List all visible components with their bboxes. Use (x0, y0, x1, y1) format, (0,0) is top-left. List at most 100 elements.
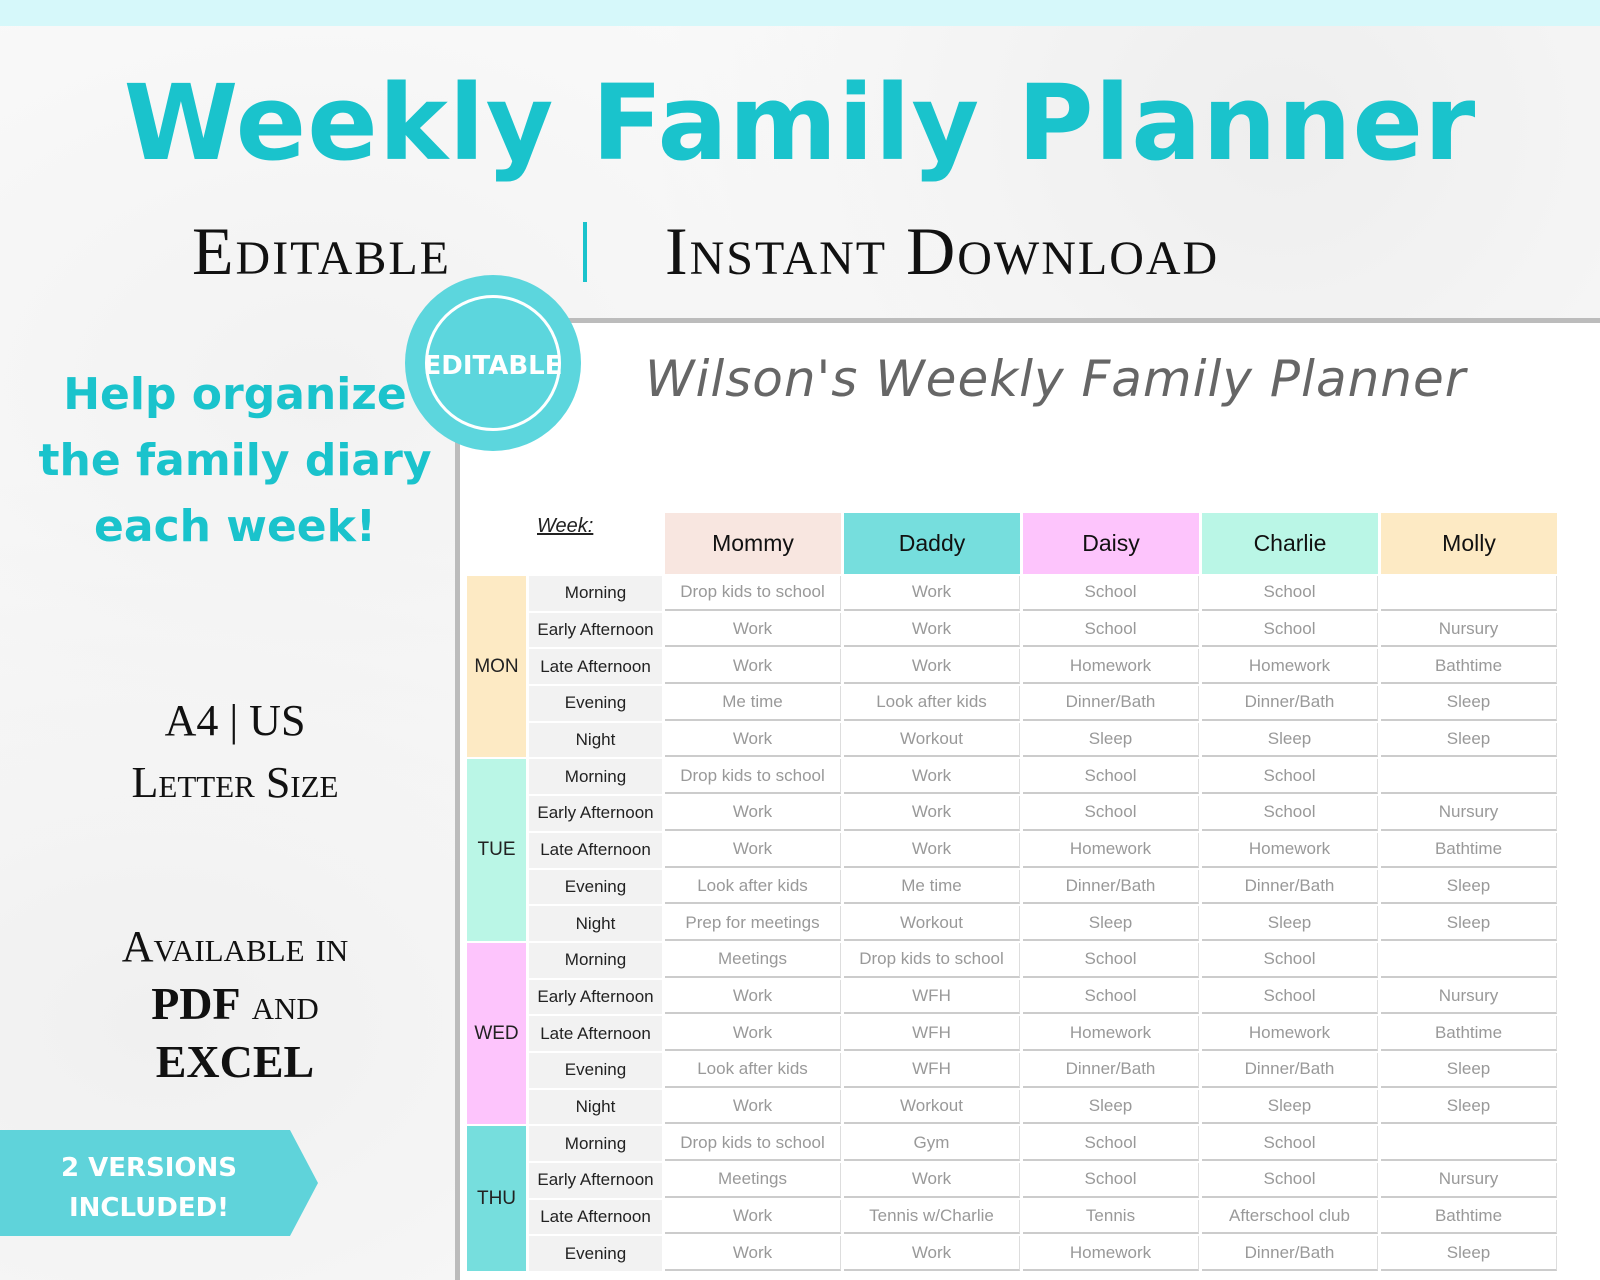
schedule-cell[interactable]: Sleep (1023, 722, 1199, 758)
schedule-cell[interactable]: Workout (844, 906, 1020, 941)
schedule-cell[interactable]: Work (665, 979, 841, 1015)
schedule-cell[interactable]: Dinner/Bath (1202, 869, 1378, 905)
schedule-cell[interactable]: Drop kids to school (665, 576, 841, 611)
time-slot: Morning (529, 1126, 662, 1161)
time-slot: Early Afternoon (529, 612, 662, 648)
schedule-cell[interactable] (1381, 759, 1557, 795)
schedule-cell[interactable]: Dinner/Bath (1202, 1052, 1378, 1088)
schedule-cell[interactable]: Work (844, 759, 1020, 795)
schedule-cell[interactable]: Sleep (1381, 722, 1557, 758)
schedule-cell[interactable]: Look after kids (665, 869, 841, 905)
schedule-cell[interactable]: Work (665, 649, 841, 685)
schedule-cell[interactable]: Drop kids to school (844, 942, 1020, 978)
schedule-cell[interactable]: Homework (1023, 1016, 1199, 1051)
schedule-cell[interactable]: School (1202, 612, 1378, 648)
schedule-cell[interactable] (1381, 942, 1557, 978)
schedule-cell[interactable]: Work (665, 832, 841, 868)
schedule-cell[interactable]: Homework (1023, 1236, 1199, 1272)
schedule-cell[interactable]: Sleep (1023, 906, 1199, 941)
schedule-cell[interactable]: Sleep (1202, 722, 1378, 758)
schedule-cell[interactable]: Sleep (1381, 686, 1557, 721)
schedule-cell[interactable]: Sleep (1023, 1089, 1199, 1125)
schedule-cell[interactable]: Work (665, 612, 841, 648)
schedule-cell[interactable]: School (1023, 612, 1199, 648)
table-row: Early Afternoon Work Work School School Nursu… (467, 796, 1557, 831)
schedule-cell[interactable]: Sleep (1202, 906, 1378, 941)
schedule-cell[interactable]: Drop kids to school (665, 759, 841, 795)
schedule-cell[interactable]: School (1202, 1126, 1378, 1161)
time-slot: Late Afternoon (529, 649, 662, 685)
schedule-cell[interactable]: School (1023, 759, 1199, 795)
schedule-cell[interactable]: Bathtime (1381, 649, 1557, 685)
schedule-cell[interactable]: Homework (1202, 832, 1378, 868)
schedule-cell[interactable]: School (1202, 576, 1378, 611)
schedule-cell[interactable]: Sleep (1202, 1089, 1378, 1125)
schedule-cell[interactable] (1381, 576, 1557, 611)
schedule-cell[interactable]: Nursury (1381, 612, 1557, 648)
schedule-cell[interactable]: Drop kids to school (665, 1126, 841, 1161)
schedule-cell[interactable]: Homework (1202, 1016, 1378, 1051)
schedule-cell[interactable]: Bathtime (1381, 1016, 1557, 1051)
schedule-cell[interactable]: Work (844, 1163, 1020, 1198)
schedule-cell[interactable]: School (1023, 942, 1199, 978)
schedule-cell[interactable]: Nursury (1381, 796, 1557, 831)
schedule-cell[interactable]: Work (665, 1089, 841, 1125)
schedule-cell[interactable]: Work (665, 1199, 841, 1235)
schedule-cell[interactable]: Bathtime (1381, 832, 1557, 868)
schedule-cell[interactable]: Work (665, 1016, 841, 1051)
schedule-cell[interactable]: Nursury (1381, 1163, 1557, 1198)
schedule-cell[interactable]: Sleep (1381, 1052, 1557, 1088)
schedule-cell[interactable]: Sleep (1381, 1236, 1557, 1272)
schedule-cell[interactable]: Prep for meetings (665, 906, 841, 941)
schedule-cell[interactable]: Sleep (1381, 1089, 1557, 1125)
schedule-cell[interactable]: School (1202, 1163, 1378, 1198)
schedule-cell[interactable] (1381, 1126, 1557, 1161)
schedule-cell[interactable]: Tennis w/Charlie (844, 1199, 1020, 1235)
schedule-cell[interactable]: Sleep (1381, 906, 1557, 941)
schedule-cell[interactable]: Work (844, 649, 1020, 685)
schedule-cell[interactable]: Nursury (1381, 979, 1557, 1015)
schedule-cell[interactable]: School (1202, 942, 1378, 978)
schedule-cell[interactable]: Meetings (665, 942, 841, 978)
schedule-cell[interactable]: Homework (1023, 649, 1199, 685)
schedule-cell[interactable]: School (1023, 796, 1199, 831)
schedule-cell[interactable]: School (1023, 979, 1199, 1015)
schedule-cell[interactable]: School (1202, 979, 1378, 1015)
schedule-cell[interactable]: Dinner/Bath (1023, 869, 1199, 905)
schedule-cell[interactable]: School (1202, 759, 1378, 795)
schedule-cell[interactable]: Sleep (1381, 869, 1557, 905)
schedule-cell[interactable]: Meetings (665, 1163, 841, 1198)
schedule-cell[interactable]: Dinner/Bath (1023, 686, 1199, 721)
schedule-cell[interactable]: WFH (844, 1052, 1020, 1088)
schedule-cell[interactable]: School (1023, 1163, 1199, 1198)
schedule-cell[interactable]: Work (844, 576, 1020, 611)
schedule-cell[interactable]: Look after kids (844, 686, 1020, 721)
schedule-cell[interactable]: Look after kids (665, 1052, 841, 1088)
schedule-cell[interactable]: Bathtime (1381, 1199, 1557, 1235)
schedule-cell[interactable]: Me time (665, 686, 841, 721)
schedule-cell[interactable]: Me time (844, 869, 1020, 905)
schedule-cell[interactable]: Work (665, 722, 841, 758)
schedule-cell[interactable]: Homework (1023, 832, 1199, 868)
schedule-cell[interactable]: Homework (1202, 649, 1378, 685)
schedule-cell[interactable]: Work (844, 796, 1020, 831)
schedule-cell[interactable]: Work (844, 832, 1020, 868)
schedule-cell[interactable]: Dinner/Bath (1023, 1052, 1199, 1088)
schedule-cell[interactable]: Workout (844, 1089, 1020, 1125)
schedule-cell[interactable]: Dinner/Bath (1202, 686, 1378, 721)
schedule-cell[interactable]: WFH (844, 979, 1020, 1015)
schedule-cell[interactable]: School (1023, 576, 1199, 611)
time-slot: Late Afternoon (529, 1016, 662, 1051)
schedule-cell[interactable]: WFH (844, 1016, 1020, 1051)
schedule-cell[interactable]: Work (844, 1236, 1020, 1272)
schedule-cell[interactable]: School (1202, 796, 1378, 831)
schedule-cell[interactable]: Work (665, 1236, 841, 1272)
schedule-cell[interactable]: Workout (844, 722, 1020, 758)
schedule-cell[interactable]: Work (844, 612, 1020, 648)
schedule-cell[interactable]: Afterschool club (1202, 1199, 1378, 1235)
schedule-cell[interactable]: Dinner/Bath (1202, 1236, 1378, 1272)
schedule-cell[interactable]: Work (665, 796, 841, 831)
schedule-cell[interactable]: School (1023, 1126, 1199, 1161)
schedule-cell[interactable]: Tennis (1023, 1199, 1199, 1235)
schedule-cell[interactable]: Gym (844, 1126, 1020, 1161)
